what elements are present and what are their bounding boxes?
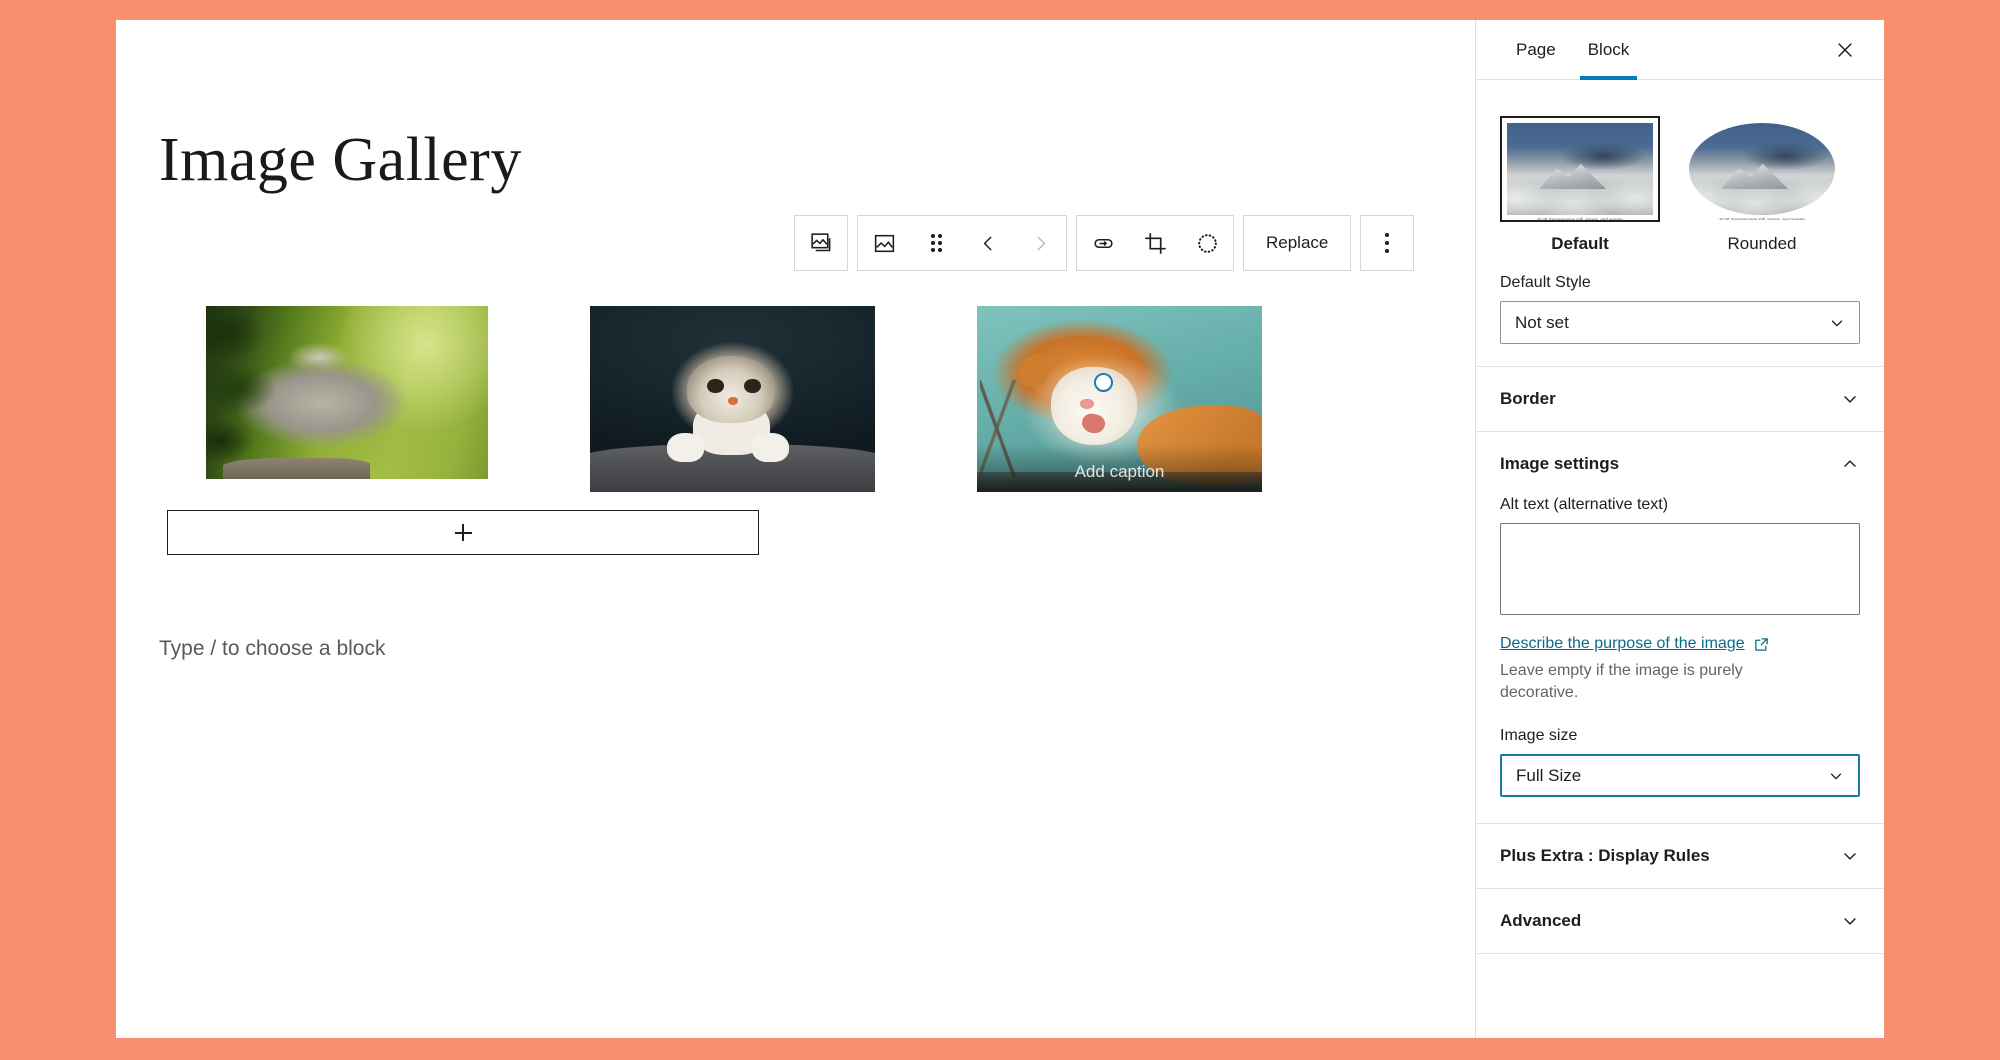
external-link-icon (1753, 636, 1770, 653)
style-preview-caption: Scott Sumapposes still, snowy, and seren… (1537, 217, 1623, 222)
block-move-group (857, 215, 1067, 271)
plus-icon (454, 524, 472, 541)
style-preview-caption: Scott Sumapposes still, snowy, and seren… (1719, 217, 1805, 222)
gallery-add-image-button[interactable] (167, 510, 759, 555)
mountain-thumbnail (1507, 123, 1653, 215)
replace-group: Replace (1243, 215, 1352, 271)
chevron-down-icon (1840, 389, 1860, 409)
style-variations: Scott Sumapposes still, snowy, and seren… (1500, 102, 1860, 254)
style-option-rounded[interactable]: Scott Sumapposes still, snowy, and seren… (1682, 116, 1842, 254)
chevron-down-icon (1828, 314, 1846, 332)
editor-canvas[interactable]: Image Gallery Replace Add caption Type /… (116, 20, 1475, 1038)
block-styles-section: Scott Sumapposes still, snowy, and seren… (1476, 80, 1884, 367)
image-size-select[interactable]: Full Size (1500, 754, 1860, 798)
panel-image-settings[interactable]: Image settings Alt text (alternative tex… (1476, 432, 1884, 825)
panel-image-settings-header[interactable]: Image settings (1500, 432, 1860, 496)
chevron-left-icon[interactable] (962, 216, 1014, 270)
gallery-row: Add caption (166, 290, 1262, 508)
default-style-value: Not set (1515, 312, 1569, 332)
image-icon[interactable] (858, 216, 910, 270)
photo-eye-left (706, 378, 724, 394)
alt-text-label: Alt text (alternative text) (1500, 496, 1669, 513)
alt-text-field[interactable] (1500, 523, 1860, 615)
block-editor-app: Image Gallery Replace Add caption Type /… (116, 20, 1884, 1038)
settings-sidebar: Page Block Scott Sumapposes still, snowy… (1475, 20, 1884, 1038)
image-settings-content: Alt text (alternative text) Describe the… (1500, 496, 1860, 823)
more-options-group (1360, 215, 1415, 271)
sidebar-tabs: Page Block (1476, 20, 1884, 80)
chevron-down-icon (1840, 846, 1860, 866)
chevron-down-icon (1827, 767, 1845, 785)
default-style-select[interactable]: Not set (1500, 301, 1860, 344)
panel-plus-extra-title: Plus Extra : Display Rules (1500, 846, 1710, 866)
gallery-image-3-selected[interactable]: Add caption (977, 306, 1262, 492)
default-style-label: Default Style (1500, 274, 1591, 291)
image-resize-handle[interactable] (1094, 373, 1113, 392)
chevron-up-icon (1840, 454, 1860, 474)
panel-plus-extra-header[interactable]: Plus Extra : Display Rules (1500, 824, 1860, 888)
describe-image-link-text: Describe the purpose of the image (1500, 635, 1745, 652)
block-type-group (794, 215, 848, 271)
photo-paw-right (752, 432, 790, 463)
photo-ear (1013, 352, 1053, 391)
gallery-icon[interactable] (795, 216, 847, 270)
photo-paw-left (666, 432, 704, 463)
page-title[interactable]: Image Gallery (159, 126, 522, 194)
link-icon[interactable] (1077, 216, 1129, 270)
alt-text-help: Leave empty if the image is purely decor… (1500, 662, 1743, 701)
photo-head (686, 356, 776, 424)
image-size-label: Image size (1500, 727, 1578, 745)
drag-handle-icon[interactable] (910, 216, 962, 270)
style-option-default[interactable]: Scott Sumapposes still, snowy, and seren… (1500, 116, 1660, 254)
image-size-value: Full Size (1516, 765, 1582, 785)
drag-dots (930, 234, 942, 252)
crop-icon[interactable] (1129, 216, 1181, 270)
mountain-thumbnail-rounded (1689, 123, 1835, 215)
sidebar-body: Scott Sumapposes still, snowy, and seren… (1476, 80, 1884, 1038)
panel-advanced[interactable]: Advanced (1476, 889, 1884, 955)
panel-advanced-header[interactable]: Advanced (1500, 889, 1860, 953)
photo-rock (222, 458, 370, 479)
duotone-filter-icon[interactable] (1181, 216, 1233, 270)
style-preview-rounded: Scott Sumapposes still, snowy, and seren… (1682, 116, 1842, 222)
chevron-right-icon[interactable] (1014, 216, 1066, 270)
close-icon[interactable] (1828, 33, 1862, 67)
block-toolbar: Replace (794, 215, 1415, 271)
panel-border[interactable]: Border (1476, 367, 1884, 432)
chevron-down-icon (1840, 911, 1860, 931)
replace-button[interactable]: Replace (1244, 216, 1350, 270)
panel-plus-extra-display-rules[interactable]: Plus Extra : Display Rules (1476, 824, 1884, 890)
tab-page[interactable]: Page (1500, 20, 1572, 80)
paragraph-placeholder[interactable]: Type / to choose a block (159, 637, 385, 661)
describe-image-link[interactable]: Describe the purpose of the image (1500, 635, 1770, 653)
tab-block[interactable]: Block (1572, 20, 1646, 80)
panel-advanced-title: Advanced (1500, 911, 1582, 931)
gray-tabby-kitten-photo (206, 306, 488, 479)
style-preview-default: Scott Sumapposes still, snowy, and seren… (1500, 116, 1660, 222)
panel-image-settings-title: Image settings (1500, 454, 1620, 473)
more-vertical-icon[interactable] (1361, 216, 1413, 270)
panel-border-title: Border (1500, 389, 1556, 408)
style-label-default: Default (1551, 234, 1609, 253)
style-label-rounded: Rounded (1727, 234, 1797, 253)
photo-nose (1079, 399, 1094, 410)
panel-border-header[interactable]: Border (1500, 367, 1860, 431)
kitten-dark-background-photo (590, 306, 875, 492)
gallery-block[interactable]: Add caption (166, 290, 1262, 508)
caption-input[interactable]: Add caption (977, 443, 1262, 492)
gallery-image-1[interactable] (206, 306, 488, 479)
image-tools-group (1076, 215, 1234, 271)
gallery-image-2[interactable] (590, 306, 875, 492)
more-dots (1385, 233, 1390, 253)
